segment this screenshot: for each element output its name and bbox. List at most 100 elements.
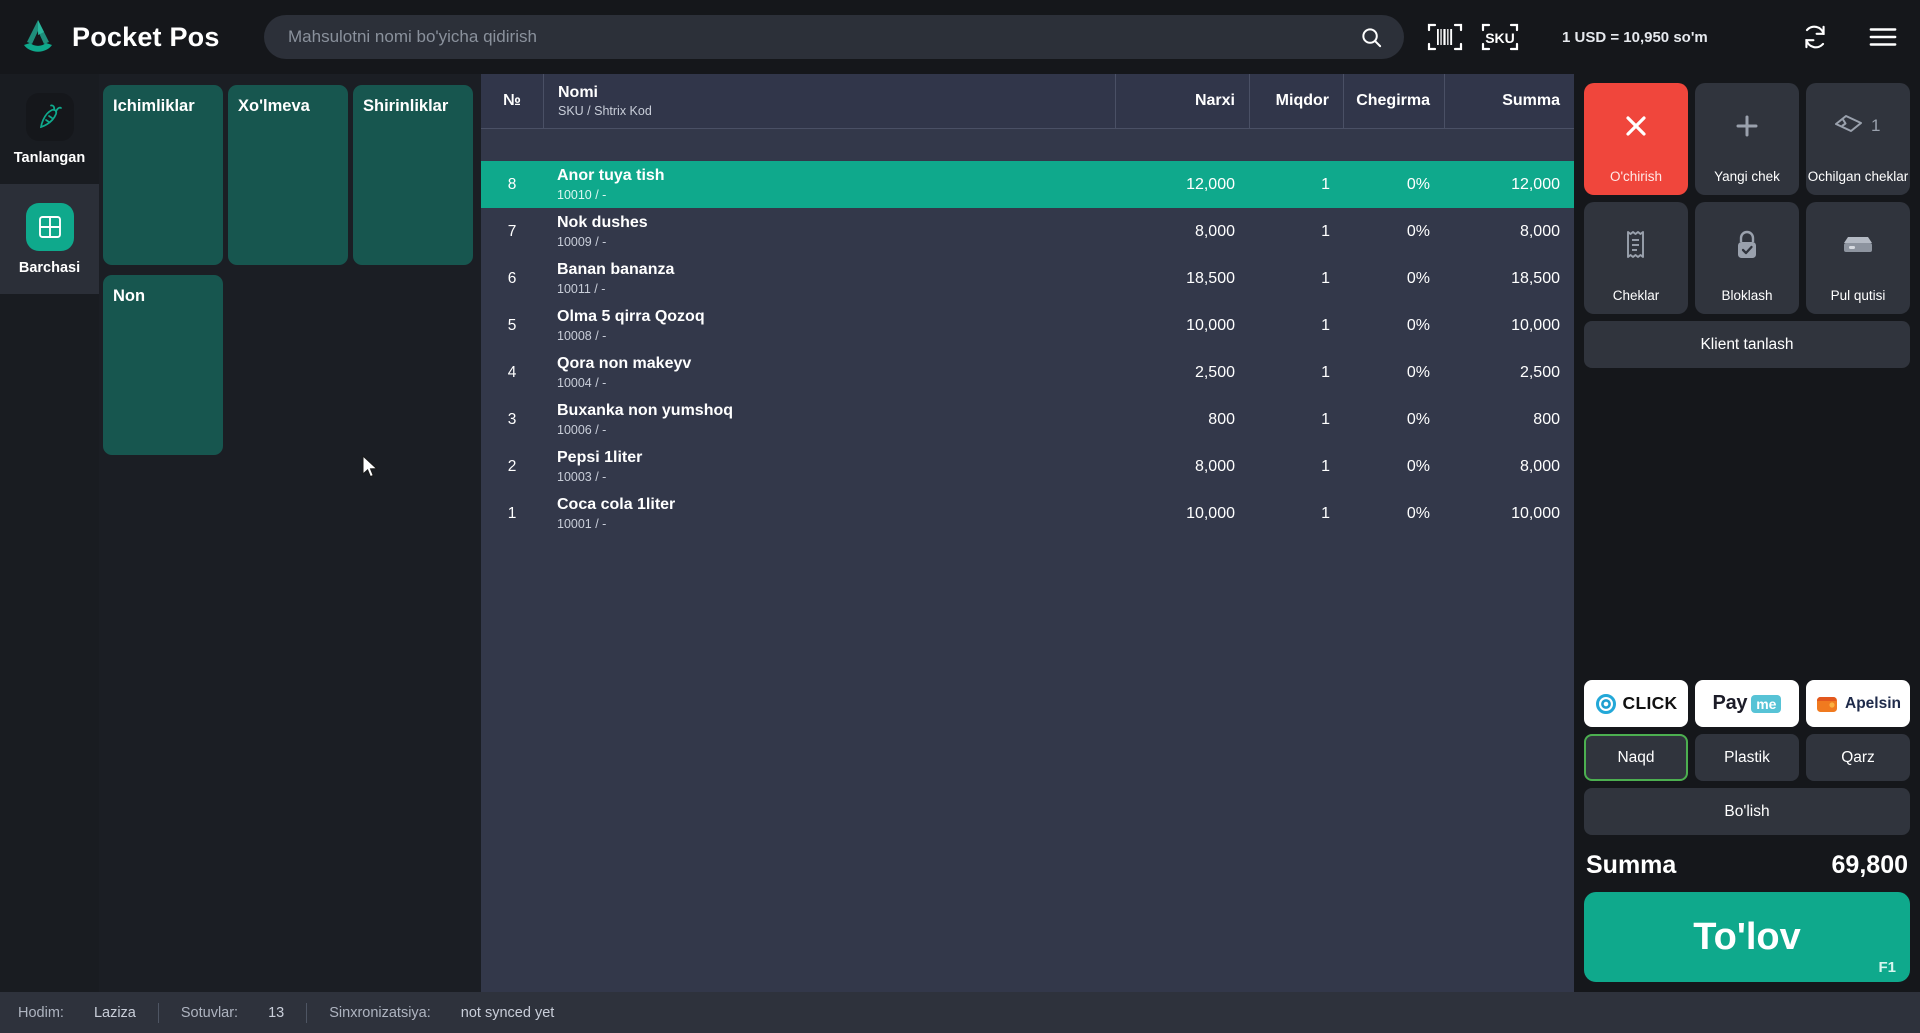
col-header-sum: Summa — [1444, 74, 1574, 128]
cart-row-num: 4 — [507, 363, 517, 381]
search-input[interactable] — [288, 27, 1356, 47]
search-bar[interactable] — [264, 15, 1404, 59]
cart-row-discount[interactable]: 0% — [1344, 270, 1444, 288]
status-sync-value: not synced yet — [460, 1004, 555, 1021]
carrot-icon — [25, 92, 74, 141]
cart-row-num: 3 — [507, 410, 517, 428]
cart-row-price: 12,000 — [1186, 175, 1235, 193]
pay-button[interactable]: To'lov F1 — [1584, 892, 1910, 982]
cart-row-discount[interactable]: 0% — [1344, 176, 1444, 194]
category-tile[interactable]: Shirinliklar — [353, 85, 473, 265]
status-sync-label: Sinxronizatsiya: — [329, 1004, 431, 1021]
cart-row-discount[interactable]: 0% — [1344, 317, 1444, 335]
click-payment-button[interactable]: CLICK — [1584, 680, 1688, 727]
cart-row-price: 800 — [1208, 410, 1235, 428]
cart-panel: № Nomi SKU / Shtrix Kod Narxi Miqdor Che… — [481, 74, 1574, 992]
cart-row-price: 10,000 — [1186, 504, 1235, 522]
payment-method-naqd[interactable]: Naqd — [1584, 734, 1688, 781]
cart-row-name: Coca cola 1liter 10001 / - — [543, 496, 1116, 530]
cart-row[interactable]: 8 Anor tuya tish 10010 / - 12,000 1 0% 12,000 — [481, 161, 1574, 208]
cart-row-num: 1 — [507, 504, 517, 522]
search-icon[interactable] — [1356, 22, 1386, 52]
cart-rows: 8 Anor tuya tish 10010 / -12,000 1 0% 12,000 7… — [481, 128, 1574, 992]
cart-row-discount[interactable]: 0% — [1344, 223, 1444, 241]
split-payment-button[interactable]: Bo'lish — [1584, 788, 1910, 835]
cart-row-qty[interactable]: 1 — [1249, 317, 1344, 335]
cart-row[interactable]: 1 Coca cola 1liter 10001 / -10,000 1 0% 10,00… — [481, 490, 1574, 537]
close-x-icon — [1584, 83, 1688, 169]
hamburger-menu-icon[interactable] — [1868, 22, 1898, 52]
cart-row-discount[interactable]: 0% — [1344, 364, 1444, 382]
barcode-icon[interactable] — [1426, 20, 1464, 54]
cart-row-discount[interactable]: 0% — [1344, 505, 1444, 523]
cart-row-qty[interactable]: 1 — [1249, 458, 1344, 476]
cart-row-price: 8,000 — [1194, 222, 1235, 240]
cart-row[interactable]: 3 Buxanka non yumshoq 10006 / - 800 1 0% 800 — [481, 396, 1574, 443]
rail-label-tanlangan: Tanlangan — [13, 149, 86, 166]
cart-row-title: Buxanka non yumshoq — [557, 402, 734, 420]
lock-label: Bloklash — [1721, 287, 1773, 303]
cart-row[interactable]: 6 Banan bananza 10011 / - 18,500 1 0% 18,500 — [481, 255, 1574, 302]
payment-provider-row: CLICK Pay me Apelsin — [1584, 680, 1910, 727]
status-sales-label: Sotuvlar: — [180, 1004, 239, 1021]
col-header-name-sub: SKU / Shtrix Kod — [558, 104, 652, 118]
category-tile[interactable]: Xo'lmeva — [228, 85, 348, 265]
status-sales-value: 13 — [268, 1004, 285, 1021]
cart-row-sku: 10004 / - — [557, 375, 607, 390]
col-header-num: № — [503, 92, 521, 109]
delete-button-label: O'chirish — [1609, 168, 1663, 184]
delete-button[interactable]: O'chirish — [1584, 83, 1688, 195]
cart-row-name: Banan bananza 10011 / - — [543, 261, 1116, 295]
cart-row-qty[interactable]: 1 — [1249, 505, 1344, 523]
open-receipts-badge: 1 — [1871, 116, 1880, 135]
status-bar: Hodim: Laziza Sotuvlar: 13 Sinxronizatsi… — [0, 992, 1920, 1033]
refresh-icon[interactable] — [1800, 22, 1830, 52]
cart-row-discount[interactable]: 0% — [1344, 458, 1444, 476]
cart-row-qty[interactable]: 1 — [1249, 270, 1344, 288]
apelsin-payment-button[interactable]: Apelsin — [1806, 680, 1910, 727]
cart-row-title: Qora non makeyv — [557, 355, 692, 373]
cart-row-sum: 12,000 — [1511, 175, 1560, 193]
cart-table-header: № Nomi SKU / Shtrix Kod Narxi Miqdor Che… — [481, 74, 1574, 128]
payment-method-qarz[interactable]: Qarz — [1806, 734, 1910, 781]
cart-row-qty[interactable]: 1 — [1249, 411, 1344, 429]
left-rail: Tanlangan Barchasi — [0, 74, 99, 992]
payment-method-row: Naqd Plastik Qarz — [1584, 734, 1910, 781]
rail-item-tanlangan[interactable]: Tanlangan — [0, 74, 99, 184]
category-tile[interactable]: Non — [103, 275, 223, 455]
cart-row-num: 7 — [507, 222, 517, 240]
cart-row-sku: 10003 / - — [557, 469, 607, 484]
exchange-rate: 1 USD = 10,950 so'm — [1562, 28, 1708, 46]
action-row-top: O'chirish Yangi chek 1 Ochilgan cheklar — [1584, 83, 1910, 195]
rail-item-barchasi[interactable]: Barchasi — [0, 184, 99, 294]
select-client-button[interactable]: Klient tanlash — [1584, 321, 1910, 368]
cart-row-num: 6 — [507, 269, 517, 287]
lock-button[interactable]: Bloklash — [1695, 202, 1799, 314]
cart-row-sum: 2,500 — [1519, 363, 1560, 381]
receipts-button[interactable]: Cheklar — [1584, 202, 1688, 314]
cart-row[interactable]: 2 Pepsi 1liter 10003 / - 8,000 1 0% 8,000 — [481, 443, 1574, 490]
cart-row-qty[interactable]: 1 — [1249, 364, 1344, 382]
payme-payment-button[interactable]: Pay me — [1695, 680, 1799, 727]
apelsin-logo-icon — [1816, 696, 1837, 712]
sku-icon[interactable]: SKU — [1480, 20, 1519, 54]
cart-row-sku: 10011 / - — [557, 281, 606, 296]
open-receipts-button[interactable]: 1 Ochilgan cheklar — [1806, 83, 1910, 195]
cart-row[interactable]: 4 Qora non makeyv 10004 / - 2,500 1 0% 2,500 — [481, 349, 1574, 396]
cart-row-name: Qora non makeyv 10004 / - — [543, 355, 1116, 389]
cart-row-name: Nok dushes 10009 / - — [543, 214, 1116, 248]
cash-drawer-button[interactable]: Pul qutisi — [1806, 202, 1910, 314]
cart-row-qty[interactable]: 1 — [1249, 176, 1344, 194]
category-tile[interactable]: Ichimliklar — [103, 85, 223, 265]
cart-row[interactable]: 7 Nok dushes 10009 / - 8,000 1 0% 8,000 — [481, 208, 1574, 255]
cart-row-qty[interactable]: 1 — [1249, 223, 1344, 241]
cart-row-sum: 18,500 — [1511, 269, 1560, 287]
click-logo-icon — [1595, 693, 1616, 714]
new-receipt-button[interactable]: Yangi chek — [1695, 83, 1799, 195]
cart-row-discount[interactable]: 0% — [1344, 411, 1444, 429]
ticket-icon: 1 — [1806, 83, 1910, 169]
cart-row[interactable]: 5 Olma 5 qirra Qozoq 10008 / - 10,000 1 0% 10,… — [481, 302, 1574, 349]
payment-method-plastik[interactable]: Plastik — [1695, 734, 1799, 781]
payme-label-me: me — [1751, 694, 1782, 713]
pay-button-label: To'lov — [1693, 915, 1801, 958]
